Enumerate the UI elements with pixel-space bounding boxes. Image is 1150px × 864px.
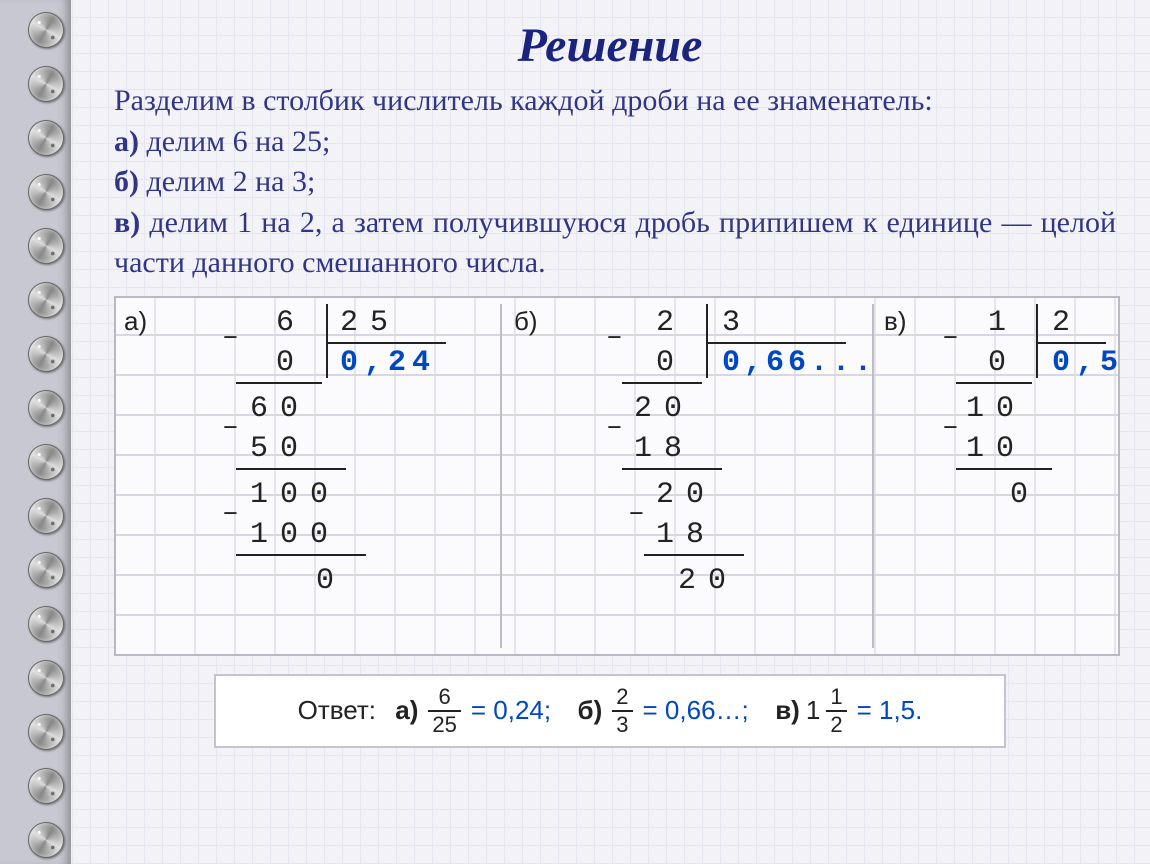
fraction-c: 1 2 bbox=[826, 686, 846, 736]
intro-text: Разделим в столбик числитель каждой дроб… bbox=[70, 81, 1150, 284]
divisor-underline bbox=[706, 342, 846, 344]
minus-icon: – bbox=[942, 412, 959, 443]
column-divider bbox=[500, 304, 502, 648]
row: 20 bbox=[678, 564, 738, 598]
ring-icon bbox=[28, 174, 64, 210]
row: 10 bbox=[966, 392, 1026, 426]
minus-icon: – bbox=[942, 322, 959, 353]
quotient: 0,66... bbox=[722, 346, 876, 380]
minus-icon: – bbox=[222, 498, 239, 529]
row: 10 bbox=[966, 432, 1026, 466]
ring-icon bbox=[28, 768, 64, 804]
division-b-label: б) bbox=[514, 306, 538, 337]
spiral-binding bbox=[0, 0, 71, 864]
item-b-label: б) bbox=[114, 165, 139, 198]
mixed-number-c: 1 1 2 bbox=[806, 686, 851, 736]
row: 100 bbox=[250, 478, 340, 512]
rule bbox=[236, 468, 346, 470]
ring-icon bbox=[28, 552, 64, 588]
rule bbox=[236, 554, 366, 556]
ring-icon bbox=[28, 606, 64, 642]
divisor-bar bbox=[1036, 304, 1038, 378]
ring-icon bbox=[28, 660, 64, 696]
minus-icon: – bbox=[606, 412, 623, 443]
fraction-b: 2 3 bbox=[612, 686, 632, 736]
dividend: 6 bbox=[276, 306, 306, 340]
division-a-label: а) bbox=[124, 306, 147, 337]
quotient: 0,5 bbox=[1052, 346, 1124, 380]
ring-icon bbox=[28, 228, 64, 264]
answer-b-label: б) bbox=[578, 695, 603, 726]
frac-num: 6 bbox=[434, 686, 454, 708]
row: 0 bbox=[656, 346, 686, 380]
ring-icon bbox=[28, 390, 64, 426]
frac-num: 1 bbox=[826, 686, 846, 708]
dividend: 2 bbox=[656, 306, 686, 340]
row: 0 bbox=[276, 346, 306, 380]
item-c-label: в) bbox=[114, 206, 140, 239]
ring-icon bbox=[28, 714, 64, 750]
ring-icon bbox=[28, 120, 64, 156]
mixed-whole: 1 bbox=[806, 695, 820, 726]
ring-icon bbox=[28, 66, 64, 102]
row: 20 bbox=[634, 392, 694, 426]
rule bbox=[622, 468, 722, 470]
ring-icon bbox=[28, 498, 64, 534]
page-title: Решение bbox=[70, 18, 1150, 73]
row: 100 bbox=[250, 518, 340, 552]
item-b-text: делим 2 на 3; bbox=[139, 165, 315, 198]
frac-num: 2 bbox=[612, 686, 632, 708]
frac-den: 3 bbox=[612, 714, 632, 736]
ring-icon bbox=[28, 336, 64, 372]
divisor-underline bbox=[326, 342, 446, 344]
item-c-text: делим 1 на 2, а затем получившуюся дробь… bbox=[114, 206, 1116, 280]
row: 0 bbox=[1010, 478, 1040, 512]
rule bbox=[622, 382, 702, 384]
ring-icon bbox=[28, 444, 64, 480]
minus-icon: – bbox=[222, 322, 239, 353]
ring-icon bbox=[28, 822, 64, 858]
dividend: 1 bbox=[988, 306, 1018, 340]
row: 20 bbox=[656, 478, 716, 512]
answer-c-value: = 1,5. bbox=[857, 695, 923, 726]
answer-a-value: = 0,24; bbox=[471, 695, 551, 726]
minus-icon: – bbox=[606, 322, 623, 353]
divisor: 2 bbox=[1052, 306, 1082, 340]
division-c-label: в) bbox=[884, 306, 906, 337]
minus-icon: – bbox=[628, 498, 645, 529]
rule bbox=[956, 382, 1032, 384]
frac-den: 2 bbox=[826, 714, 846, 736]
divisor: 3 bbox=[722, 306, 752, 340]
row: 18 bbox=[634, 432, 694, 466]
answer-prefix: Ответ: bbox=[298, 695, 376, 726]
answer-c-label: в) bbox=[775, 695, 800, 726]
fraction-a: 6 25 bbox=[428, 686, 460, 736]
ring-icon bbox=[28, 282, 64, 318]
rule bbox=[236, 382, 322, 384]
answer-b-value: = 0,66…; bbox=[643, 695, 749, 726]
minus-icon: – bbox=[222, 412, 239, 443]
intro-line: Разделим в столбик числитель каждой дроб… bbox=[114, 84, 933, 117]
answer-bar: Ответ: а) 6 25 = 0,24; б) 2 3 = 0,66…; в… bbox=[214, 674, 1006, 748]
ring-icon bbox=[28, 12, 64, 48]
row: 0 bbox=[988, 346, 1018, 380]
divisor-bar bbox=[706, 304, 708, 378]
row: 18 bbox=[656, 518, 716, 552]
answer-a-label: а) bbox=[395, 695, 418, 726]
divisor-bar bbox=[326, 304, 328, 378]
item-a-text: делим 6 на 25; bbox=[139, 125, 330, 158]
divisor: 25 bbox=[340, 306, 400, 340]
quotient: 0,24 bbox=[340, 346, 436, 380]
row: 0 bbox=[316, 564, 346, 598]
frac-den: 25 bbox=[428, 714, 460, 736]
row: 60 bbox=[250, 392, 310, 426]
rule bbox=[956, 468, 1052, 470]
divisor-underline bbox=[1036, 342, 1106, 344]
row: 50 bbox=[250, 432, 310, 466]
item-a-label: а) bbox=[114, 125, 139, 158]
rule bbox=[644, 554, 744, 556]
long-division-work: а) 6 25 0,24 – 0 60 – 50 100 – 100 0 б) … bbox=[114, 296, 1120, 656]
